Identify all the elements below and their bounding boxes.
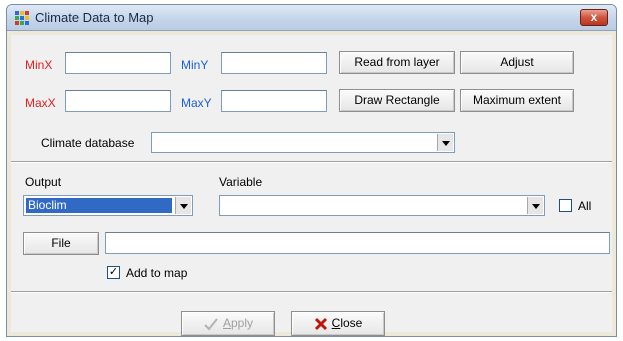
- window-close-button[interactable]: x: [580, 9, 608, 26]
- adjust-button[interactable]: Adjust: [460, 51, 574, 74]
- red-x-icon: [314, 317, 327, 330]
- output-value: Bioclim: [26, 198, 172, 213]
- add-to-map-label: Add to map: [126, 266, 188, 280]
- miny-label: MinY: [181, 58, 209, 72]
- variable-value: [222, 198, 524, 213]
- app-grid-icon: [15, 11, 29, 25]
- checkmark-icon: [204, 318, 218, 331]
- maxx-label: MaxX: [25, 96, 56, 110]
- dialog-window: Climate Data to Map x MinX MinY Read fro…: [6, 4, 617, 337]
- miny-input[interactable]: [221, 52, 327, 74]
- close-label-rest: lose: [340, 316, 363, 330]
- window-title: Climate Data to Map: [35, 10, 154, 25]
- output-label: Output: [25, 175, 62, 189]
- maximum-extent-button[interactable]: Maximum extent: [460, 89, 574, 112]
- minx-label: MinX: [25, 58, 53, 72]
- apply-label-mnemonic: A: [222, 316, 231, 330]
- maxy-label: MaxY: [181, 96, 212, 110]
- apply-button[interactable]: Apply: [181, 311, 275, 336]
- chevron-down-icon[interactable]: [437, 134, 453, 151]
- add-to-map-checkbox[interactable]: ✓: [107, 266, 120, 279]
- chevron-down-icon[interactable]: [527, 197, 543, 214]
- climate-database-select[interactable]: [151, 132, 455, 153]
- footer-divider: [11, 291, 612, 293]
- output-select[interactable]: Bioclim: [23, 195, 193, 216]
- variable-label: Variable: [219, 175, 263, 189]
- climate-database-label: Climate database: [41, 136, 135, 150]
- minx-input[interactable]: [65, 52, 171, 74]
- file-button[interactable]: File: [23, 232, 99, 255]
- read-from-layer-button[interactable]: Read from layer: [339, 51, 455, 74]
- variable-select[interactable]: [219, 195, 545, 216]
- maxx-input[interactable]: [65, 90, 171, 112]
- climate-database-value: [154, 135, 434, 150]
- file-path-input[interactable]: [105, 232, 610, 254]
- all-checkbox[interactable]: [559, 199, 572, 212]
- section-divider: [11, 161, 612, 163]
- dialog-body: MinX MinY Read from layer Adjust MaxX Ma…: [11, 35, 612, 336]
- chevron-down-icon[interactable]: [175, 197, 191, 214]
- close-button[interactable]: Close: [291, 311, 385, 336]
- apply-label-rest: pply: [231, 316, 254, 330]
- draw-rectangle-button[interactable]: Draw Rectangle: [339, 89, 455, 112]
- maxy-input[interactable]: [221, 90, 327, 112]
- title-bar[interactable]: Climate Data to Map x: [7, 5, 616, 31]
- all-label: All: [578, 199, 592, 213]
- close-icon: x: [590, 10, 598, 24]
